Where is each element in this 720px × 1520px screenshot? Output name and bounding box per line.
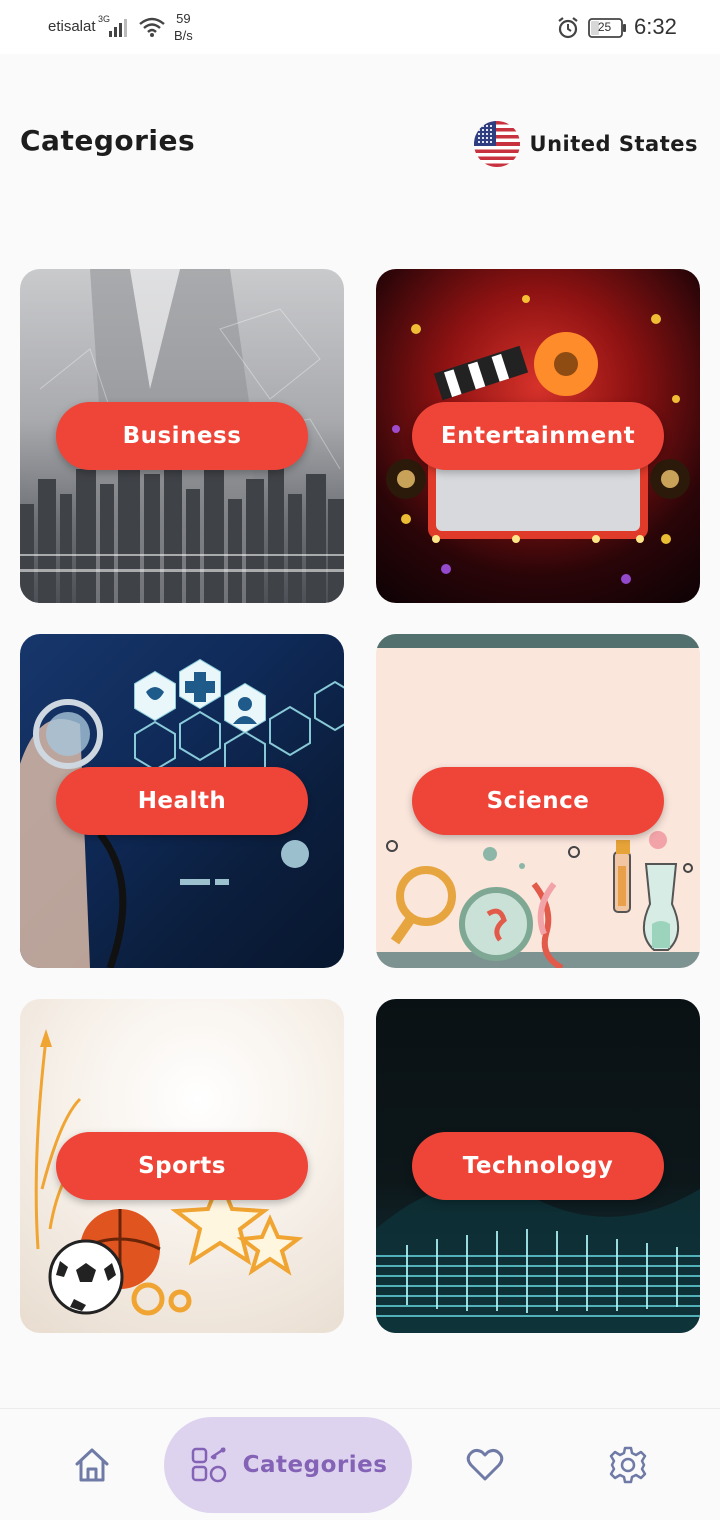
- us-flag-icon: [473, 121, 520, 167]
- battery-indicator: 25: [588, 18, 628, 42]
- nav-categories[interactable]: Categories: [164, 1417, 412, 1513]
- category-button-entertainment[interactable]: Entertainment: [412, 402, 664, 470]
- heart-icon: [466, 1448, 504, 1481]
- category-card-business[interactable]: Business: [20, 269, 344, 603]
- category-card-sports[interactable]: Sports: [20, 999, 344, 1333]
- nav-home[interactable]: [52, 1417, 132, 1513]
- country-name: United States: [529, 132, 698, 156]
- wifi-icon: [139, 17, 165, 37]
- category-button-sports[interactable]: Sports: [56, 1132, 308, 1200]
- category-button-science[interactable]: Science: [412, 767, 664, 835]
- network-speed-value: 59: [176, 11, 191, 26]
- country-selector[interactable]: United States: [473, 120, 698, 168]
- category-card-health[interactable]: Health: [20, 634, 344, 968]
- clock: 6:32: [634, 14, 677, 39]
- nav-categories-label: Categories: [242, 1452, 388, 1478]
- status-bar: etisalat 3G 59 B/s 25 6:32: [0, 0, 720, 54]
- categories-icon: [191, 1447, 226, 1483]
- bottom-navigation: Categories: [0, 1408, 720, 1520]
- alarm-icon: [558, 17, 578, 39]
- category-button-health[interactable]: Health: [56, 767, 308, 835]
- carrier-name: etisalat: [48, 18, 96, 35]
- home-icon: [75, 1448, 109, 1482]
- page-title: Categories: [20, 124, 196, 157]
- category-card-technology[interactable]: Technology: [376, 999, 700, 1333]
- category-card-science[interactable]: Science: [376, 634, 700, 968]
- nav-settings[interactable]: [588, 1417, 668, 1513]
- network-speed-unit: B/s: [174, 28, 193, 43]
- category-card-entertainment[interactable]: Entertainment: [376, 269, 700, 603]
- gear-icon: [609, 1446, 647, 1484]
- category-button-business[interactable]: Business: [56, 402, 308, 470]
- network-speed: 59 B/s: [174, 10, 193, 44]
- category-button-technology[interactable]: Technology: [412, 1132, 664, 1200]
- signal-icon: [109, 19, 127, 37]
- nav-favorites[interactable]: [445, 1417, 525, 1513]
- battery-level: 25: [597, 20, 612, 34]
